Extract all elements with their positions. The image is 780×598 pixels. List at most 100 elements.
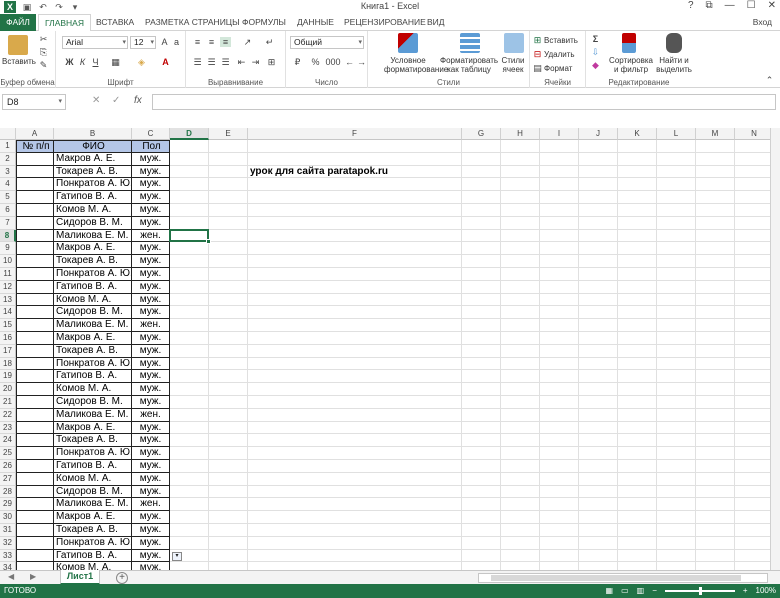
cell[interactable] [16, 383, 54, 396]
row-header[interactable]: 25 [0, 447, 16, 460]
cell[interactable] [696, 255, 735, 268]
column-header[interactable]: K [618, 128, 657, 140]
cell[interactable] [618, 255, 657, 268]
cell[interactable] [735, 306, 774, 320]
cell[interactable] [579, 293, 618, 307]
name-cell[interactable]: Сидоров В. М. [54, 216, 132, 230]
cell[interactable] [501, 242, 540, 256]
cell[interactable] [209, 165, 248, 179]
wrap-text-icon[interactable]: ↵ [264, 37, 275, 47]
cell[interactable] [170, 447, 209, 460]
cell[interactable] [462, 242, 501, 256]
cell[interactable] [618, 383, 657, 396]
cell[interactable] [579, 178, 618, 192]
row-header[interactable]: 7 [0, 216, 16, 230]
row-header[interactable]: 5 [0, 191, 16, 204]
cell-styles-icon[interactable] [504, 33, 524, 53]
cell[interactable] [248, 498, 462, 512]
tab-formulas[interactable]: ФОРМУЛЫ [236, 14, 292, 31]
cell[interactable] [696, 306, 735, 320]
name-cell[interactable]: Маликова Е. М. [54, 319, 132, 332]
cell[interactable] [579, 216, 618, 230]
enter-formula-button[interactable]: ✓ [112, 95, 120, 106]
gender-cell[interactable]: муж. [132, 280, 170, 294]
cell[interactable] [209, 204, 248, 217]
cell[interactable] [501, 472, 540, 486]
cell[interactable] [16, 536, 54, 550]
cell[interactable] [618, 319, 657, 332]
cell[interactable] [735, 408, 774, 422]
cell[interactable] [248, 460, 462, 473]
gender-cell[interactable]: жен. [132, 229, 170, 243]
cell[interactable] [579, 434, 618, 448]
cell[interactable] [618, 421, 657, 435]
name-cell[interactable]: Токарев А. В. [54, 255, 132, 268]
cell[interactable] [579, 255, 618, 268]
name-cell[interactable]: Гатипов В. А. [54, 280, 132, 294]
bold-button[interactable]: Ж [64, 57, 75, 67]
cell[interactable] [657, 280, 696, 294]
cell[interactable] [579, 536, 618, 550]
cell[interactable] [579, 344, 618, 358]
cell[interactable] [209, 332, 248, 345]
column-header[interactable]: A [16, 128, 54, 140]
cell[interactable] [209, 229, 248, 243]
zoom-in-button[interactable]: + [743, 584, 748, 598]
font-size-combo[interactable]: 12 ▾ [130, 36, 156, 49]
cell[interactable] [540, 370, 579, 384]
cell[interactable] [501, 408, 540, 422]
cell[interactable] [248, 447, 462, 460]
tab-insert[interactable]: ВСТАВКА [90, 14, 140, 31]
cell[interactable] [579, 152, 618, 166]
row-header[interactable]: 14 [0, 306, 16, 320]
page-layout-view-icon[interactable]: ▭ [621, 584, 629, 598]
cell[interactable] [657, 293, 696, 307]
cell[interactable] [248, 242, 462, 256]
cell[interactable] [170, 421, 209, 435]
cell[interactable] [501, 306, 540, 320]
cell[interactable] [540, 204, 579, 217]
gender-cell[interactable]: муж. [132, 549, 170, 563]
cell[interactable] [248, 549, 462, 563]
cell[interactable] [735, 460, 774, 473]
paste-icon[interactable] [8, 35, 28, 55]
format-cells-button[interactable]: Формат [544, 64, 572, 73]
cell[interactable] [170, 383, 209, 396]
cell[interactable] [696, 140, 735, 153]
shrink-font-icon[interactable]: a [171, 37, 182, 47]
cell[interactable] [618, 268, 657, 281]
cell[interactable] [618, 447, 657, 460]
cell[interactable] [657, 370, 696, 384]
cell[interactable] [16, 370, 54, 384]
table-header-cell[interactable]: Пол [132, 140, 170, 153]
cell[interactable] [735, 421, 774, 435]
cell[interactable] [735, 511, 774, 524]
cell[interactable] [501, 332, 540, 345]
name-cell[interactable]: Маликова Е. М. [54, 229, 132, 243]
cell[interactable] [579, 191, 618, 204]
cell[interactable] [696, 152, 735, 166]
cell[interactable] [248, 344, 462, 358]
cell[interactable] [16, 549, 54, 563]
cell[interactable] [462, 255, 501, 268]
row-header[interactable]: 18 [0, 357, 16, 371]
cell[interactable] [540, 472, 579, 486]
cell[interactable] [735, 255, 774, 268]
cell[interactable] [540, 306, 579, 320]
cell[interactable] [170, 140, 209, 153]
cell[interactable] [696, 485, 735, 499]
gender-cell[interactable]: муж. [132, 434, 170, 448]
cell[interactable] [657, 562, 696, 570]
cell[interactable] [696, 549, 735, 563]
gender-cell[interactable]: муж. [132, 255, 170, 268]
cell[interactable] [540, 562, 579, 570]
name-cell[interactable]: Гатипов В. А. [54, 549, 132, 563]
normal-view-icon[interactable]: ▦ [606, 584, 614, 598]
cell[interactable] [248, 268, 462, 281]
cell[interactable] [657, 216, 696, 230]
cell[interactable] [248, 332, 462, 345]
increase-indent-icon[interactable]: ⇥ [250, 57, 261, 67]
cell[interactable] [170, 460, 209, 473]
name-cell[interactable]: Макров А. Е. [54, 152, 132, 166]
cell[interactable] [170, 319, 209, 332]
